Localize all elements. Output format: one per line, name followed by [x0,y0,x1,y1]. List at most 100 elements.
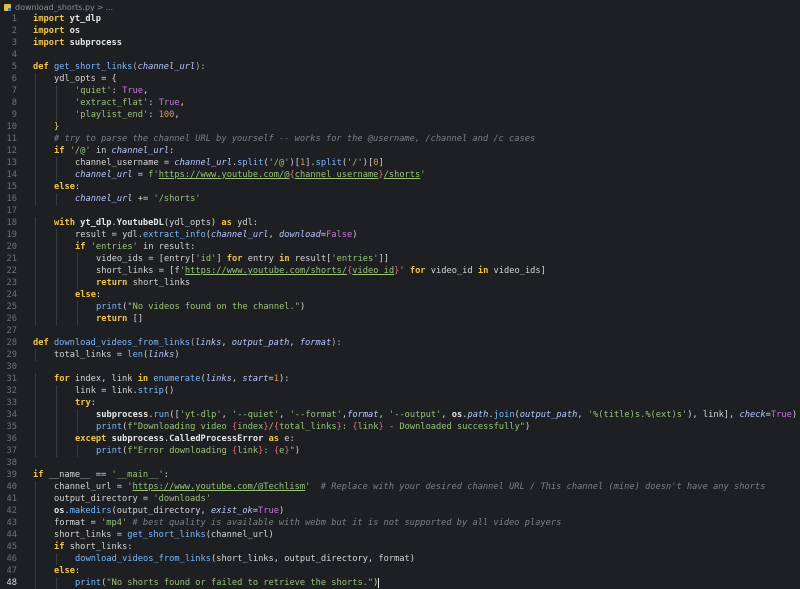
line-number: 6 [11,74,17,84]
code-line[interactable]: 22 short_links = [f'https://www.youtube.c… [0,265,800,277]
indent-guide [35,157,36,169]
code-line[interactable]: 46 download_videos_from_links(short_links… [0,553,800,565]
code-line[interactable]: 18 with yt_dlp.YoutubeDL(ydl_opts) as ydl… [0,217,800,229]
code-line[interactable]: 47 else: [0,565,800,577]
code-text: link = link.strip() [75,385,174,397]
code-line[interactable]: 3 import subprocess [0,37,800,49]
code-line[interactable]: 36 except subprocess.CalledProcessError a… [0,433,800,445]
code-token: index [237,422,264,432]
code-line[interactable]: 32 link = link.strip() [0,385,800,397]
code-token: in [477,266,489,276]
code-line[interactable]: 41 output_directory = 'downloads' [0,493,800,505]
code-line[interactable]: 8 'extract_flat': True, [0,97,800,109]
code-token: '--quiet' [232,410,280,420]
indent-guide [77,265,78,277]
code-line[interactable]: 43 format = 'mp4' # best quality is avail… [0,517,800,529]
code-line[interactable]: 15 else: [0,181,800,193]
code-line[interactable]: 33 try: [0,397,800,409]
code-line[interactable]: 48 print("No shorts found or failed to re… [0,577,800,589]
indent-guide [77,445,78,457]
indent-guide [35,73,36,85]
code-line[interactable]: 10} [0,121,800,133]
code-line[interactable]: 5 def get_short_links(channel_url): [0,61,800,73]
code-line[interactable]: 45 if short_links: [0,541,800,553]
code-line[interactable]: 38 [0,457,800,469]
code-line[interactable]: 7 'quiet': True, [0,85,800,97]
code-token: links [205,374,232,384]
code-token: "No videos found on the channel." [127,302,300,312]
line-number: 5 [11,62,17,72]
code-line[interactable]: 44 short_links = get_short_links(channel_… [0,529,800,541]
code-line[interactable]: 9 'playlist_end': 100, [0,109,800,121]
python-file-icon [4,3,11,11]
code-token: : [163,470,170,480]
line-number: 38 [6,458,17,468]
code-text: else: [54,181,80,193]
indent-guide [56,97,57,109]
indent-guide [35,109,36,121]
code-line[interactable]: 11 # try to parse the channel URL by your… [0,133,800,145]
code-token: run [153,410,170,420]
breadcrumb-file[interactable]: download_shorts.py [15,3,95,12]
code-line[interactable]: 28 def download_videos_from_links(links, … [0,337,800,349]
code-token: : [148,98,159,108]
code-token: , [279,410,290,420]
code-line[interactable]: 42 os.makedirs(output_directory, exist_ok… [0,505,800,517]
code-line[interactable]: 24 else: [0,289,800,301]
code-token: print [75,578,102,588]
code-line[interactable]: 29 total_links = len(links) [0,349,800,361]
breadcrumb-rest[interactable]: ... [105,3,113,12]
code-line[interactable]: 4 [0,49,800,61]
code-line[interactable]: 30 [0,361,800,373]
line-number: 15 [6,182,17,192]
code-line[interactable]: 40 channel_url = 'https://www.youtube.com… [0,481,800,493]
code-token: format [299,338,332,348]
code-line[interactable]: 35 print(f"Downloading video {index}/{tot… [0,421,800,433]
code-token: output_directory = [54,494,154,504]
code-line[interactable]: 34 subprocess.run(['yt-dlp', '--quiet', '… [0,409,800,421]
code-token: link = link. [75,386,138,396]
indent-guide [35,229,36,241]
code-token: )[ [362,158,374,168]
code-line[interactable]: 31 for index, link in enumerate(links, st… [0,373,800,385]
code-line[interactable]: 2 import os [0,25,800,37]
code-token: if [54,542,65,552]
code-line[interactable]: 13 channel_username = channel_url.split('… [0,157,800,169]
code-text: channel_username = channel_url.split('/@… [75,157,384,169]
code-token: ]. [305,158,316,168]
indent-guide [56,289,57,301]
line-number: 48 [6,578,17,588]
code-token: ' [420,170,426,180]
code-line[interactable]: 26 return [] [0,313,800,325]
code-line[interactable]: 19 result = ydl.extract_info(channel_url,… [0,229,800,241]
code-line[interactable]: 23 return short_links [0,277,800,289]
code-line[interactable]: 20 if 'entries' in result: [0,241,800,253]
line-number: 3 [11,38,17,48]
line-number: 19 [6,230,17,240]
code-token: print [96,302,123,312]
code-line[interactable]: 39 if __name__ == '__main__': [0,469,800,481]
code-line[interactable]: 25 print("No videos found on the channel.… [0,301,800,313]
line-number: 12 [6,146,17,156]
code-token: ) [352,230,358,240]
code-line[interactable]: 6 ydl_opts = { [0,73,800,85]
code-line[interactable]: 37 print(f"Error downloading {link}: {e}"… [0,445,800,457]
code-token: short_links = [f [96,266,180,276]
code-editor[interactable]: 1 import yt_dlp 2 import os 3 import subproce… [0,13,800,589]
indent-guide [77,253,78,265]
code-token: ] [216,254,227,264]
code-line[interactable]: 12 if '/@' in channel_url: [0,145,800,157]
indent-guide [56,397,57,409]
code-line[interactable]: 17 [0,205,800,217]
code-token: for [54,374,70,384]
code-text: return short_links [96,277,190,289]
code-token: , [221,410,233,420]
code-line[interactable]: 21 video_ids = [entry['id'] for entry in … [0,253,800,265]
code-line[interactable]: 27 [0,325,800,337]
code-line[interactable]: 1 import yt_dlp [0,13,800,25]
code-token: import [33,26,65,36]
line-number: 4 [11,50,17,60]
code-line[interactable]: 14 channel_url = f'https://www.youtube.co… [0,169,800,181]
code-token: : [74,182,81,192]
code-line[interactable]: 16 channel_url += '/shorts' [0,193,800,205]
